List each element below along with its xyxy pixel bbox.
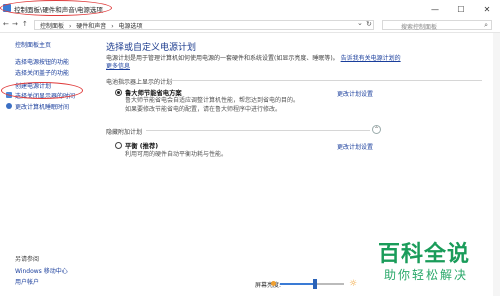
page-description: 电源计划是用于管理计算机如何使用电源的一套硬件和系统设置(如显示亮度、睡眠等)。… — [106, 55, 402, 71]
sidebar-item-lid[interactable]: 选择关闭盖子的功能 — [15, 68, 69, 77]
address-bar: ← → ↑ 控制面板 › 硬件和声音 › 电源选项 ⌄ ↻ 搜索控制面板 ⌕ — [0, 18, 500, 33]
divider — [168, 80, 482, 81]
group-title-battery: 电池指示器上显示的计划 — [106, 79, 173, 86]
sidebar-item-power-button[interactable]: 选择电源按钮的功能 — [15, 57, 69, 66]
close-button[interactable]: ✕ — [474, 0, 500, 18]
group-title-hidden: 隐藏附加计划 — [106, 129, 143, 136]
chevron-right-icon: › — [111, 23, 114, 30]
chevron-down-icon[interactable]: ⌄ — [357, 19, 363, 27]
see-also-title: 另请参阅 — [15, 256, 40, 263]
divider — [146, 130, 370, 131]
plan-name-balanced: 平衡 (推荐) — [125, 143, 159, 150]
page-title: 选择或自定义电源计划 — [106, 43, 197, 53]
breadcrumb-item[interactable]: 硬件和声音 — [76, 23, 106, 30]
sidebar-item-user-accounts[interactable]: 用户帐户 — [15, 277, 39, 286]
forward-icon[interactable]: → — [12, 20, 18, 28]
sidebar-home-link[interactable]: 控制面板主页 — [15, 40, 51, 49]
annotation-ellipse — [1, 82, 83, 99]
chevron-right-icon: › — [68, 23, 72, 30]
refresh-icon[interactable]: ↻ — [366, 20, 372, 28]
brightness-slider-fill — [280, 283, 316, 285]
sun-dim-icon — [271, 281, 276, 286]
sidebar: 控制面板主页 选择电源按钮的功能 选择关闭盖子的功能 创建电源计划 选择关闭显示… — [0, 33, 96, 296]
watermark-title: 百科全说 — [378, 242, 471, 267]
brightness-slider-thumb[interactable] — [313, 279, 318, 289]
title-bar: 控制面板\硬件和声音\电源选项 — ☐ ✕ — [0, 0, 500, 18]
back-icon[interactable]: ← — [3, 20, 9, 28]
plan-desc-ludashi-2: 如果要修改节能省电的配置，请在鲁大师程序中进行修改。 — [125, 106, 282, 113]
search-placeholder: 搜索控制面板 — [401, 24, 438, 31]
sun-bright-icon: ☼ — [349, 279, 358, 289]
search-icon: ⌕ — [484, 21, 488, 29]
brightness-bar: 屏幕亮度: ☼ — [255, 277, 375, 291]
description-text: 电源计划是用于管理计算机如何使用电源的一套硬件和系统设置(如显示亮度、睡眠等)。 — [106, 55, 339, 62]
sidebar-item-mobility-center[interactable]: Windows 移动中心 — [15, 266, 68, 275]
plan-name-ludashi: 鲁大师节能省电方案 — [125, 90, 182, 97]
maximize-button[interactable]: ☐ — [448, 0, 474, 18]
watermark-subtitle: 助你轻松解决 — [384, 268, 469, 282]
brightness-label: 屏幕亮度: — [255, 282, 282, 289]
collapse-icon[interactable]: ⌃ — [372, 125, 381, 134]
watermark: 百科全说 助你轻松解决 — [370, 236, 500, 296]
breadcrumb-item[interactable]: 控制面板 — [40, 23, 64, 30]
plan-desc-ludashi-1: 鲁大师节能省电会自适应调整计算机性能，帮您达到省电的目的。 — [125, 97, 300, 104]
breadcrumb: 控制面板 › 硬件和声音 › 电源选项 — [40, 21, 146, 30]
breadcrumb-item[interactable]: 电源选项 — [119, 23, 143, 30]
search-input[interactable]: 搜索控制面板 ⌕ — [382, 20, 492, 31]
up-icon[interactable]: ↑ — [22, 20, 28, 28]
minimize-button[interactable]: — — [422, 0, 448, 18]
sidebar-item-sleep[interactable]: 更改计算机睡眠时间 — [15, 102, 69, 111]
window-controls: — ☐ ✕ — [422, 0, 500, 18]
plan-desc-balanced: 利用可用的硬件自动平衡功耗与性能。 — [125, 151, 228, 158]
plan-radio-balanced[interactable] — [115, 142, 122, 149]
plan-radio-ludashi[interactable] — [115, 89, 122, 96]
moon-icon — [6, 103, 12, 109]
change-plan-settings-link[interactable]: 更改计划设置 — [337, 142, 373, 151]
annotation-ellipse — [0, 0, 112, 16]
